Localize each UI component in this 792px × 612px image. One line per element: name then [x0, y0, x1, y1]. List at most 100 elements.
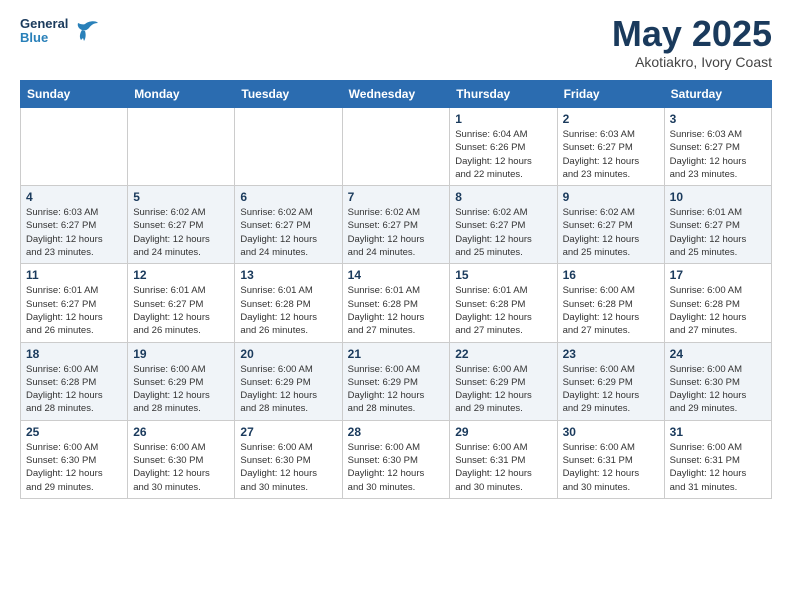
title-block: May 2025 Akotiakro, Ivory Coast: [612, 16, 772, 70]
calendar-cell: 7 Sunrise: 6:02 AM Sunset: 6:27 PM Daylig…: [342, 186, 450, 264]
day-info: Sunrise: 6:00 AM Sunset: 6:29 PM Dayligh…: [348, 363, 445, 416]
calendar-cell: 15Sunrise: 6:01 AM Sunset: 6:28 PM Dayli…: [450, 264, 557, 342]
day-number: 12: [133, 268, 229, 282]
day-header-wednesday: Wednesday: [342, 81, 450, 108]
calendar-header-row: SundayMondayTuesdayWednesdayThursdayFrid…: [21, 81, 772, 108]
day-info: Sunrise: 6:00 AM Sunset: 6:29 PM Dayligh…: [455, 363, 551, 416]
day-info: Sunrise: 6:03 AM Sunset: 6:27 PM Dayligh…: [26, 206, 122, 259]
day-header-sunday: Sunday: [21, 81, 128, 108]
day-info: Sunrise: 6:03 AM Sunset: 6:27 PM Dayligh…: [670, 128, 766, 181]
calendar-cell: 24Sunrise: 6:00 AM Sunset: 6:30 PM Dayli…: [664, 342, 771, 420]
day-info: Sunrise: 6:01 AM Sunset: 6:28 PM Dayligh…: [240, 284, 336, 337]
logo-blue: Blue: [20, 31, 68, 45]
day-number: 27: [240, 425, 336, 439]
day-number: 6: [240, 190, 336, 204]
calendar-cell: 16 Sunrise: 6:00 AM Sunset: 6:28 PM Dayli…: [557, 264, 664, 342]
day-info: Sunrise: 6:00 AM Sunset: 6:30 PM Dayligh…: [133, 441, 229, 494]
day-info: Sunrise: 6:02 AM Sunset: 6:27 PM Dayligh…: [348, 206, 445, 259]
day-info: Sunrise: 6:00 AM Sunset: 6:28 PM Dayligh…: [26, 363, 122, 416]
day-number: 13: [240, 268, 336, 282]
day-info: Sunrise: 6:00 AM Sunset: 6:31 PM Dayligh…: [563, 441, 659, 494]
day-number: 30: [563, 425, 659, 439]
day-number: 14: [348, 268, 445, 282]
calendar-cell: 30 Sunrise: 6:00 AM Sunset: 6:31 PM Dayli…: [557, 420, 664, 498]
day-number: 18: [26, 347, 122, 361]
calendar-cell: 26 Sunrise: 6:00 AM Sunset: 6:30 PM Dayli…: [128, 420, 235, 498]
day-info: Sunrise: 6:01 AM Sunset: 6:28 PM Dayligh…: [348, 284, 445, 337]
calendar-cell: 19Sunrise: 6:00 AM Sunset: 6:29 PM Dayli…: [128, 342, 235, 420]
calendar-cell: [235, 108, 342, 186]
calendar-cell: [21, 108, 128, 186]
day-info: Sunrise: 6:01 AM Sunset: 6:27 PM Dayligh…: [26, 284, 122, 337]
day-info: Sunrise: 6:00 AM Sunset: 6:30 PM Dayligh…: [240, 441, 336, 494]
calendar-cell: [128, 108, 235, 186]
calendar-cell: [342, 108, 450, 186]
day-number: 3: [670, 112, 766, 126]
calendar-cell: 5 Sunrise: 6:02 AM Sunset: 6:27 PM Daylig…: [128, 186, 235, 264]
calendar-cell: 3 Sunrise: 6:03 AM Sunset: 6:27 PM Daylig…: [664, 108, 771, 186]
logo: General Blue: [20, 16, 100, 46]
day-info: Sunrise: 6:00 AM Sunset: 6:29 PM Dayligh…: [240, 363, 336, 416]
calendar-cell: 17 Sunrise: 6:00 AM Sunset: 6:28 PM Dayli…: [664, 264, 771, 342]
day-info: Sunrise: 6:02 AM Sunset: 6:27 PM Dayligh…: [240, 206, 336, 259]
day-info: Sunrise: 6:00 AM Sunset: 6:29 PM Dayligh…: [563, 363, 659, 416]
day-number: 22: [455, 347, 551, 361]
day-info: Sunrise: 6:00 AM Sunset: 6:31 PM Dayligh…: [455, 441, 551, 494]
calendar-cell: 9 Sunrise: 6:02 AM Sunset: 6:27 PM Daylig…: [557, 186, 664, 264]
calendar-cell: 29 Sunrise: 6:00 AM Sunset: 6:31 PM Dayli…: [450, 420, 557, 498]
day-number: 1: [455, 112, 551, 126]
day-number: 31: [670, 425, 766, 439]
day-info: Sunrise: 6:00 AM Sunset: 6:31 PM Dayligh…: [670, 441, 766, 494]
calendar-week-4: 18 Sunrise: 6:00 AM Sunset: 6:28 PM Dayli…: [21, 342, 772, 420]
calendar-week-2: 4 Sunrise: 6:03 AM Sunset: 6:27 PM Daylig…: [21, 186, 772, 264]
calendar-cell: 10 Sunrise: 6:01 AM Sunset: 6:27 PM Dayli…: [664, 186, 771, 264]
calendar-cell: 1Sunrise: 6:04 AM Sunset: 6:26 PM Daylig…: [450, 108, 557, 186]
day-number: 4: [26, 190, 122, 204]
day-header-tuesday: Tuesday: [235, 81, 342, 108]
location-subtitle: Akotiakro, Ivory Coast: [612, 54, 772, 70]
day-number: 2: [563, 112, 659, 126]
calendar-cell: 2 Sunrise: 6:03 AM Sunset: 6:27 PM Daylig…: [557, 108, 664, 186]
day-number: 21: [348, 347, 445, 361]
day-number: 23: [563, 347, 659, 361]
day-number: 9: [563, 190, 659, 204]
logo-bird-icon: [70, 16, 100, 46]
day-header-friday: Friday: [557, 81, 664, 108]
calendar-cell: 31 Sunrise: 6:00 AM Sunset: 6:31 PM Dayli…: [664, 420, 771, 498]
day-number: 29: [455, 425, 551, 439]
day-number: 15: [455, 268, 551, 282]
day-info: Sunrise: 6:01 AM Sunset: 6:27 PM Dayligh…: [670, 206, 766, 259]
day-number: 17: [670, 268, 766, 282]
day-info: Sunrise: 6:00 AM Sunset: 6:28 PM Dayligh…: [670, 284, 766, 337]
day-number: 7: [348, 190, 445, 204]
day-number: 19: [133, 347, 229, 361]
day-number: 16: [563, 268, 659, 282]
calendar-cell: 6 Sunrise: 6:02 AM Sunset: 6:27 PM Daylig…: [235, 186, 342, 264]
day-info: Sunrise: 6:00 AM Sunset: 6:30 PM Dayligh…: [348, 441, 445, 494]
day-info: Sunrise: 6:02 AM Sunset: 6:27 PM Dayligh…: [455, 206, 551, 259]
day-info: Sunrise: 6:01 AM Sunset: 6:27 PM Dayligh…: [133, 284, 229, 337]
page-header: General Blue May 2025 Akotiakro, Ivory C…: [20, 16, 772, 70]
day-number: 20: [240, 347, 336, 361]
calendar-cell: 20 Sunrise: 6:00 AM Sunset: 6:29 PM Dayli…: [235, 342, 342, 420]
calendar-cell: 13 Sunrise: 6:01 AM Sunset: 6:28 PM Dayli…: [235, 264, 342, 342]
day-number: 10: [670, 190, 766, 204]
day-info: Sunrise: 6:02 AM Sunset: 6:27 PM Dayligh…: [133, 206, 229, 259]
day-number: 26: [133, 425, 229, 439]
day-info: Sunrise: 6:03 AM Sunset: 6:27 PM Dayligh…: [563, 128, 659, 181]
day-header-monday: Monday: [128, 81, 235, 108]
calendar-cell: 4 Sunrise: 6:03 AM Sunset: 6:27 PM Daylig…: [21, 186, 128, 264]
day-number: 5: [133, 190, 229, 204]
calendar-week-3: 11Sunrise: 6:01 AM Sunset: 6:27 PM Dayli…: [21, 264, 772, 342]
calendar-cell: 27 Sunrise: 6:00 AM Sunset: 6:30 PM Dayli…: [235, 420, 342, 498]
calendar-cell: 8Sunrise: 6:02 AM Sunset: 6:27 PM Daylig…: [450, 186, 557, 264]
calendar-cell: 22 Sunrise: 6:00 AM Sunset: 6:29 PM Dayli…: [450, 342, 557, 420]
day-info: Sunrise: 6:00 AM Sunset: 6:28 PM Dayligh…: [563, 284, 659, 337]
calendar-cell: 25Sunrise: 6:00 AM Sunset: 6:30 PM Dayli…: [21, 420, 128, 498]
day-info: Sunrise: 6:02 AM Sunset: 6:27 PM Dayligh…: [563, 206, 659, 259]
calendar-week-5: 25Sunrise: 6:00 AM Sunset: 6:30 PM Dayli…: [21, 420, 772, 498]
calendar-cell: 21 Sunrise: 6:00 AM Sunset: 6:29 PM Dayli…: [342, 342, 450, 420]
month-title: May 2025: [612, 16, 772, 52]
calendar-cell: 28Sunrise: 6:00 AM Sunset: 6:30 PM Dayli…: [342, 420, 450, 498]
calendar-cell: 11Sunrise: 6:01 AM Sunset: 6:27 PM Dayli…: [21, 264, 128, 342]
